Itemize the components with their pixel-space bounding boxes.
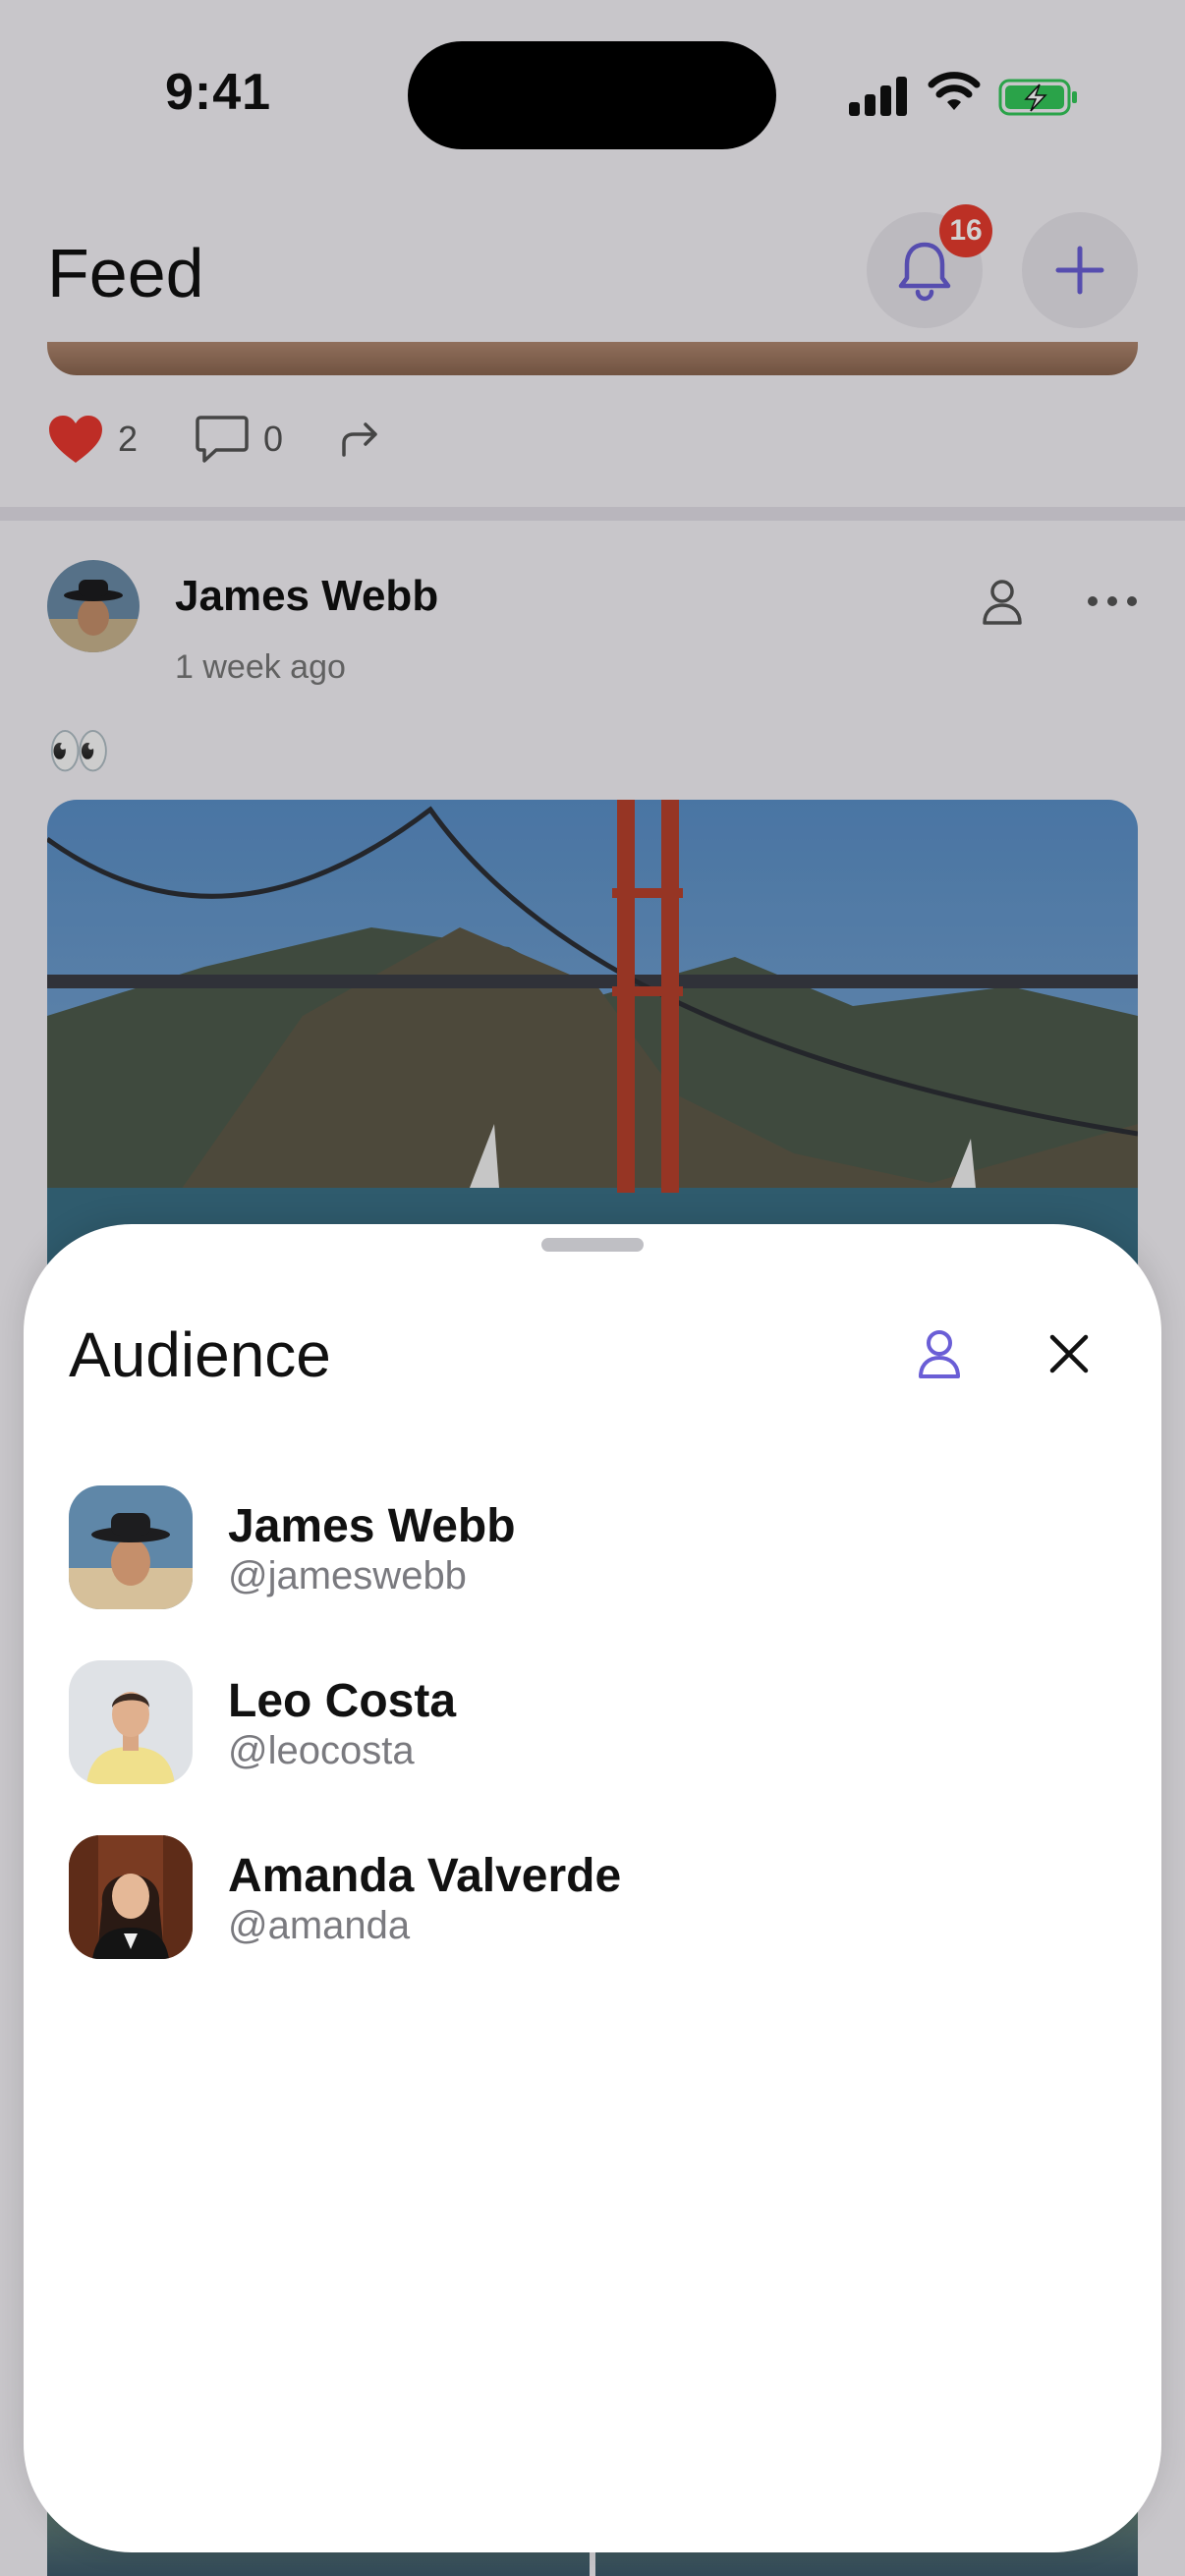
battery-charging-icon [998,79,1077,116]
sheet-grabber[interactable] [541,1238,644,1252]
avatar [69,1660,193,1784]
avatar [69,1835,193,1959]
list-item[interactable]: James Webb @jameswebb [69,1485,1110,1660]
add-post-button[interactable] [1022,212,1138,328]
cellular-signal-icon [849,77,908,116]
like-button[interactable]: 2 [47,414,138,465]
comment-count: 0 [263,419,284,459]
comment-button[interactable]: 0 [195,414,283,465]
member-name: Amanda Valverde [228,1850,622,1902]
audience-person-button[interactable] [910,1324,969,1383]
wifi-icon [928,72,981,110]
member-handle: @leocosta [228,1729,415,1772]
post-divider [0,507,1185,521]
member-handle: @amanda [228,1904,411,1947]
previous-post-image [47,342,1138,375]
feed-header: Feed 16 [0,187,1185,354]
page-title: Feed [47,235,204,311]
post-author-name[interactable]: James Webb [175,572,438,621]
close-button[interactable] [1042,1326,1097,1381]
more-icon[interactable] [1085,591,1140,611]
member-name: James Webb [228,1500,516,1552]
heart-icon [49,416,102,463]
like-count: 2 [118,419,139,459]
list-item[interactable]: Leo Costa @leocosta [69,1660,1110,1835]
plus-icon [1055,246,1104,295]
post-text: 👀 [47,723,111,780]
share-button[interactable] [340,420,381,459]
audience-sheet: Audience James Webb @jameswebb Leo Costa… [24,1224,1161,2552]
status-time: 9:41 [165,64,272,121]
person-icon [919,1330,960,1378]
person-icon[interactable] [977,576,1028,627]
previous-post-reactions: 2 0 [47,405,438,474]
member-handle: @jameswebb [228,1554,467,1597]
status-bar: 9:41 [0,0,1185,187]
close-icon [1049,1334,1089,1373]
audience-list: James Webb @jameswebb Leo Costa @leocost… [69,1485,1110,2010]
list-item[interactable]: Amanda Valverde @amanda [69,1835,1110,2010]
avatar[interactable] [47,560,140,652]
share-arrow-icon [342,422,377,457]
comment-icon [196,416,249,463]
post-timestamp: 1 week ago [175,648,346,686]
notification-badge: 16 [939,204,992,257]
sheet-title: Audience [69,1319,331,1390]
avatar [69,1485,193,1609]
member-name: Leo Costa [228,1675,457,1727]
dynamic-island [408,41,776,149]
